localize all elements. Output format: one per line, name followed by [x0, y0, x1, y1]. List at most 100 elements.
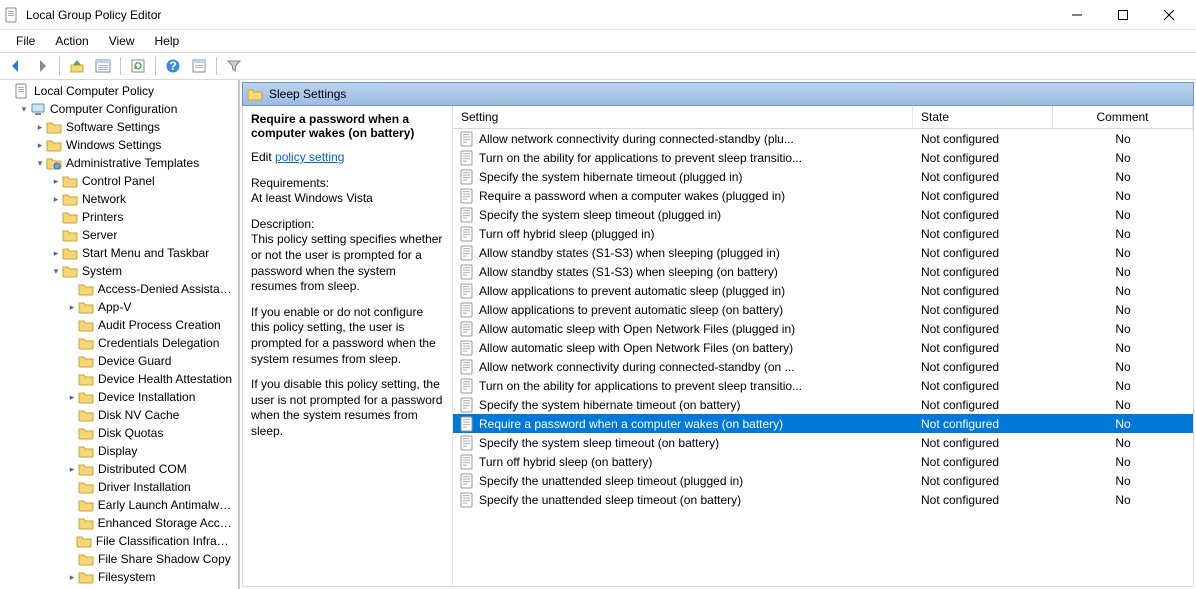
- help-button[interactable]: [161, 55, 185, 77]
- minimize-button[interactable]: [1054, 0, 1100, 30]
- tree-label: Software Settings: [66, 120, 160, 134]
- policy-row[interactable]: Require a password when a computer wakes…: [453, 414, 1193, 433]
- policy-row[interactable]: Allow applications to prevent automatic …: [453, 300, 1193, 319]
- expand-icon[interactable]: ▸: [34, 139, 46, 151]
- policy-row[interactable]: Require a password when a computer wakes…: [453, 186, 1193, 205]
- policy-row[interactable]: Allow automatic sleep with Open Network …: [453, 338, 1193, 357]
- policy-icon: [459, 207, 475, 223]
- policy-list[interactable]: Setting State Comment Allow network conn…: [453, 106, 1193, 586]
- tree-software-settings[interactable]: ▸ Software Settings: [34, 118, 238, 136]
- policy-row[interactable]: Allow network connectivity during connec…: [453, 357, 1193, 376]
- tree-label: Disk NV Cache: [98, 408, 179, 422]
- tree-item[interactable]: ▸Distributed COM: [66, 460, 238, 478]
- policy-comment-text: No: [1053, 455, 1193, 469]
- policy-setting-text: Allow standby states (S1-S3) when sleepi…: [479, 265, 778, 279]
- tree-item[interactable]: Credentials Delegation: [66, 334, 238, 352]
- up-level-button[interactable]: [65, 55, 89, 77]
- tree-printers[interactable]: Printers: [50, 208, 238, 226]
- expand-icon[interactable]: ▸: [66, 301, 78, 313]
- policy-state-text: Not configured: [913, 360, 1053, 374]
- policy-row[interactable]: Turn on the ability for applications to …: [453, 376, 1193, 395]
- policy-row[interactable]: Allow automatic sleep with Open Network …: [453, 319, 1193, 338]
- menu-view[interactable]: View: [99, 32, 145, 50]
- policy-icon: [459, 473, 475, 489]
- policy-row[interactable]: Specify the system hibernate timeout (on…: [453, 395, 1193, 414]
- expand-icon[interactable]: ▸: [66, 391, 78, 403]
- back-button[interactable]: [4, 55, 28, 77]
- policy-icon: [459, 169, 475, 185]
- policy-setting-text: Specify the system sleep timeout (on bat…: [479, 436, 719, 450]
- forward-button[interactable]: [30, 55, 54, 77]
- filter-button[interactable]: [222, 55, 246, 77]
- tree-pane[interactable]: Local Computer Policy ▾ Computer Configu…: [0, 80, 240, 589]
- collapse-icon[interactable]: ▾: [18, 103, 30, 115]
- tree-label: Device Health Attestation: [98, 372, 232, 386]
- tree-start-menu[interactable]: ▸Start Menu and Taskbar: [50, 244, 238, 262]
- export-list-button[interactable]: [126, 55, 150, 77]
- column-state[interactable]: State: [913, 106, 1053, 128]
- tree-label: Computer Configuration: [50, 102, 177, 116]
- edit-policy-link[interactable]: policy setting: [275, 150, 344, 164]
- folder-icon: [78, 389, 94, 405]
- tree-item[interactable]: Disk Quotas: [66, 424, 238, 442]
- tree-label: Access-Denied Assistance: [98, 282, 234, 296]
- policy-row[interactable]: Turn off hybrid sleep (plugged in)Not co…: [453, 224, 1193, 243]
- tree-item[interactable]: Device Guard: [66, 352, 238, 370]
- menu-help[interactable]: Help: [145, 32, 190, 50]
- expand-icon[interactable]: ▸: [50, 247, 62, 259]
- main-area: Local Computer Policy ▾ Computer Configu…: [0, 80, 1196, 589]
- show-hide-tree-button[interactable]: [91, 55, 115, 77]
- tree-control-panel[interactable]: ▸Control Panel: [50, 172, 238, 190]
- policy-row[interactable]: Allow standby states (S1-S3) when sleepi…: [453, 262, 1193, 281]
- policy-row[interactable]: Specify the unattended sleep timeout (on…: [453, 490, 1193, 509]
- tree-item[interactable]: Enhanced Storage Access: [66, 514, 238, 532]
- tree-item[interactable]: Driver Installation: [66, 478, 238, 496]
- policy-row[interactable]: Specify the unattended sleep timeout (pl…: [453, 471, 1193, 490]
- expand-icon[interactable]: ▸: [66, 463, 78, 475]
- properties-button[interactable]: [187, 55, 211, 77]
- policy-row[interactable]: Allow applications to prevent automatic …: [453, 281, 1193, 300]
- tree-computer-configuration[interactable]: ▾ Computer Configuration: [18, 100, 238, 118]
- tree-network[interactable]: ▸Network: [50, 190, 238, 208]
- tree-system[interactable]: ▾System: [50, 262, 238, 280]
- policy-row[interactable]: Allow standby states (S1-S3) when sleepi…: [453, 243, 1193, 262]
- tree-windows-settings[interactable]: ▸Windows Settings: [34, 136, 238, 154]
- policy-row[interactable]: Turn off hybrid sleep (on battery)Not co…: [453, 452, 1193, 471]
- tree-item[interactable]: ▸Device Installation: [66, 388, 238, 406]
- tree-item[interactable]: Device Health Attestation: [66, 370, 238, 388]
- tree-item[interactable]: File Share Shadow Copy: [66, 550, 238, 568]
- tree-item[interactable]: Audit Process Creation: [66, 316, 238, 334]
- column-setting[interactable]: Setting: [453, 106, 913, 128]
- expand-icon[interactable]: ▸: [66, 571, 78, 583]
- tree-administrative-templates[interactable]: ▾Administrative Templates: [34, 154, 238, 172]
- tree-item[interactable]: ▸ Filesystem: [66, 568, 238, 586]
- tree-item[interactable]: Early Launch Antimalware: [66, 496, 238, 514]
- collapse-icon[interactable]: ▾: [34, 157, 46, 169]
- tree-label: Filesystem: [98, 570, 155, 584]
- tree-label: App-V: [98, 300, 131, 314]
- policy-row[interactable]: Specify the system sleep timeout (plugge…: [453, 205, 1193, 224]
- menu-action[interactable]: Action: [45, 32, 98, 50]
- policy-row[interactable]: Specify the system sleep timeout (on bat…: [453, 433, 1193, 452]
- maximize-button[interactable]: [1100, 0, 1146, 30]
- tree-server[interactable]: Server: [50, 226, 238, 244]
- policy-row[interactable]: Specify the system hibernate timeout (pl…: [453, 167, 1193, 186]
- expand-icon[interactable]: ▸: [50, 193, 62, 205]
- policy-state-text: Not configured: [913, 132, 1053, 146]
- menu-file[interactable]: File: [6, 32, 45, 50]
- column-comment[interactable]: Comment: [1053, 106, 1193, 128]
- tree-item[interactable]: Access-Denied Assistance: [66, 280, 238, 298]
- tree-item[interactable]: ▸ App-V: [66, 298, 238, 316]
- policy-row[interactable]: Turn on the ability for applications to …: [453, 148, 1193, 167]
- close-button[interactable]: [1146, 0, 1192, 30]
- tree-item[interactable]: File Classification Infrastructure: [66, 532, 238, 550]
- tree-item[interactable]: Display: [66, 442, 238, 460]
- tree-item[interactable]: Disk NV Cache: [66, 406, 238, 424]
- policy-setting-text: Turn off hybrid sleep (plugged in): [479, 227, 654, 241]
- expand-icon[interactable]: ▸: [50, 175, 62, 187]
- tree-root[interactable]: Local Computer Policy: [2, 82, 238, 100]
- policy-icon: [459, 492, 475, 508]
- expand-icon[interactable]: ▸: [34, 121, 46, 133]
- collapse-icon[interactable]: ▾: [50, 265, 62, 277]
- policy-row[interactable]: Allow network connectivity during connec…: [453, 129, 1193, 148]
